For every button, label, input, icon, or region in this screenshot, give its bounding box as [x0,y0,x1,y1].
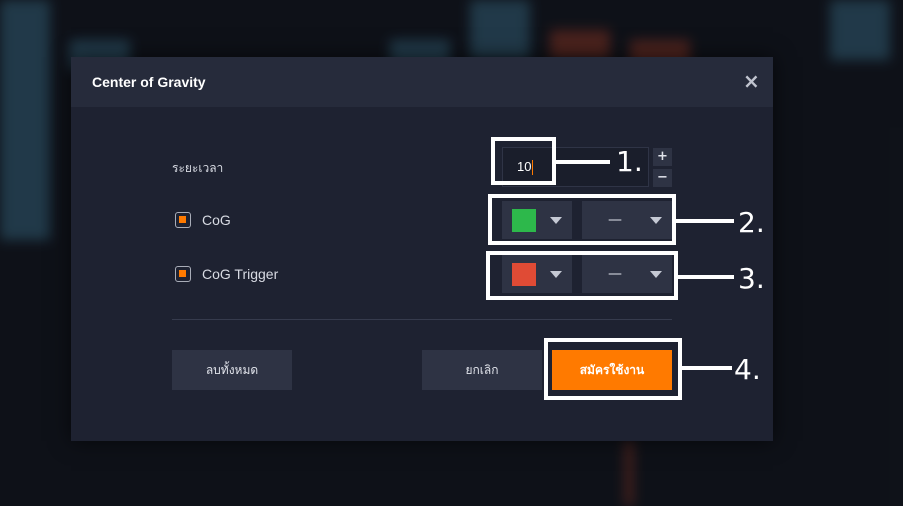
period-increment-button[interactable]: + [653,148,672,166]
cog-trigger-checkbox[interactable] [175,266,191,282]
cog-label: CoG [202,212,231,228]
annotation-box-4 [544,338,682,400]
close-icon[interactable]: × [743,71,760,91]
divider [172,319,672,320]
annotation-line-3 [678,275,734,279]
annotation-line-4 [682,366,732,370]
clear-all-button[interactable]: ลบทั้งหมด [172,350,292,390]
cog-checkbox[interactable] [175,212,191,228]
annotation-box-3 [486,251,678,300]
period-label: ระยะเวลา [172,161,224,175]
period-decrement-button[interactable]: − [653,169,672,187]
cancel-button[interactable]: ยกเลิก [422,350,542,390]
dialog-header: Center of Gravity [71,57,773,107]
annotation-number-4: 4. [734,353,761,386]
cog-trigger-label: CoG Trigger [202,266,279,282]
dialog-title: Center of Gravity [92,74,206,90]
annotation-line-1 [556,160,610,164]
annotation-number-2: 2. [738,206,765,239]
annotation-line-2 [676,219,734,223]
annotation-box-2 [488,194,676,245]
annotation-number-1: 1. [616,145,643,178]
annotation-box-1 [491,137,556,185]
annotation-number-3: 3. [738,262,765,295]
